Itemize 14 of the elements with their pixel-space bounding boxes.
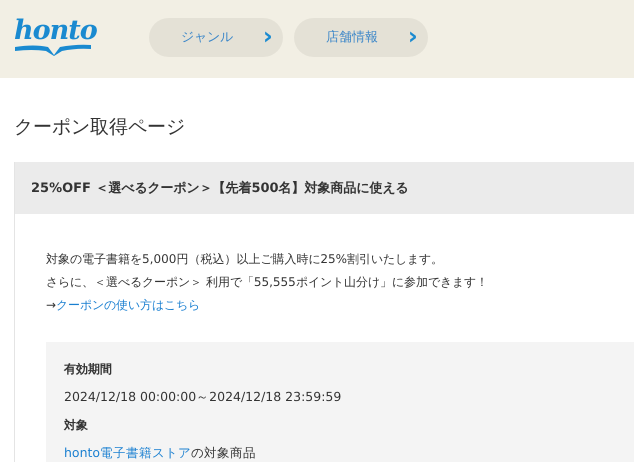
page-title: クーポン取得ページ xyxy=(14,115,186,140)
nav-button[interactable]: 店舗情報 › xyxy=(294,18,428,56)
detail-label: 対象 xyxy=(64,417,89,434)
coupon-title: 25%OFF ＜選べるクーポン＞【先着500名】対象商品に使える xyxy=(15,162,634,214)
detail-value: honto電子書籍ストアの対象商品 xyxy=(64,444,258,462)
description-text: さらに、＜選べるクーポン＞ 利用で「55,555ポイント山分け」に参加できます！ xyxy=(46,274,489,291)
howto-text: →クーポンの使い方はこちら xyxy=(46,297,202,314)
nav-button[interactable]: ジャンル › xyxy=(148,18,283,56)
detail-value: 2024/12/18 00:00:00～2024/12/18 23:59:59 xyxy=(64,388,342,406)
logo[interactable]: honto xyxy=(14,16,97,56)
store-link[interactable]: honto電子書籍ストア xyxy=(64,445,192,460)
detail-label: 有効期間 xyxy=(64,361,113,378)
howto-link[interactable]: クーポンの使い方はこちら xyxy=(56,298,200,312)
description-text: 対象の電子書籍を5,000円（税込）以上ご購入時に25%割引いたします。 xyxy=(46,251,444,268)
